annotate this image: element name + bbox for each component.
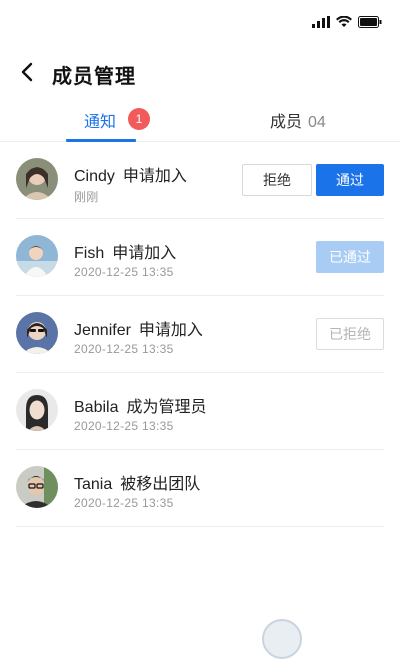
tab-notice-label: 通知 — [84, 114, 117, 131]
tab-bar: 通知 成员 04 — [0, 98, 400, 142]
approved-status-badge: 已通过 — [316, 241, 384, 273]
notification-action: 申请加入 — [138, 322, 203, 339]
avatar — [16, 466, 58, 508]
member-name: Tania — [74, 476, 113, 493]
tab-members[interactable]: 成员 04 — [270, 108, 326, 132]
list-item: Tania 被移出团队 2020-12-25 13:35 — [16, 450, 384, 527]
notification-text: Cindy 申请加入 — [74, 162, 187, 186]
watermark-logo — [262, 618, 394, 660]
watermark-mark — [262, 619, 302, 659]
notification-text: Babila 成为管理员 — [74, 393, 207, 417]
notification-time: 2020-12-25 13:35 — [74, 496, 174, 510]
notification-time: 2020-12-25 13:35 — [74, 342, 174, 356]
avatar — [16, 312, 58, 354]
notification-action: 成为管理员 — [126, 399, 207, 416]
member-name: Fish — [74, 245, 105, 262]
notification-action: 申请加入 — [112, 245, 177, 262]
list-item: Cindy 申请加入 刚刚 拒绝 通过 — [16, 142, 384, 219]
approve-button[interactable]: 通过 — [316, 164, 384, 196]
avatar — [16, 158, 58, 200]
tab-members-label: 成员 — [270, 114, 303, 131]
reject-button[interactable]: 拒绝 — [242, 164, 312, 196]
avatar — [16, 235, 58, 277]
notification-list: Cindy 申请加入 刚刚 拒绝 通过 Fish 申请加入 2020-12-25 1… — [0, 142, 400, 527]
rejected-status-badge: 已拒绝 — [316, 318, 384, 350]
list-item: Jennifer 申请加入 2020-12-25 13:35 已拒绝 — [16, 296, 384, 373]
avatar — [16, 389, 58, 431]
notification-time: 2020-12-25 13:35 — [74, 265, 174, 279]
list-item: Fish 申请加入 2020-12-25 13:35 已通过 — [16, 219, 384, 296]
member-name: Cindy — [74, 168, 115, 185]
notification-text: Fish 申请加入 — [74, 239, 176, 263]
status-icons — [312, 16, 382, 28]
notification-time: 2020-12-25 13:35 — [74, 419, 174, 433]
notification-action: 被移出团队 — [120, 476, 201, 493]
notice-badge: 1 — [128, 108, 150, 130]
tab-notice[interactable]: 通知 — [84, 108, 116, 132]
nav-bar: 成员管理 — [0, 52, 400, 92]
wifi-icon — [336, 16, 352, 27]
signal-icon — [312, 16, 330, 28]
member-name: Babila — [74, 399, 119, 416]
tab-members-count: 04 — [308, 114, 326, 131]
battery-icon — [358, 16, 382, 28]
member-name: Jennifer — [74, 322, 131, 339]
status-bar — [0, 0, 400, 44]
back-button[interactable] — [14, 58, 40, 86]
notification-time: 刚刚 — [74, 190, 99, 204]
list-item: Babila 成为管理员 2020-12-25 13:35 — [16, 373, 384, 450]
notification-text: Jennifer 申请加入 — [74, 316, 203, 340]
page-title: 成员管理 — [52, 66, 136, 88]
notification-action: 申请加入 — [122, 168, 187, 185]
notification-text: Tania 被移出团队 — [74, 470, 200, 494]
chevron-left-icon — [21, 62, 33, 82]
